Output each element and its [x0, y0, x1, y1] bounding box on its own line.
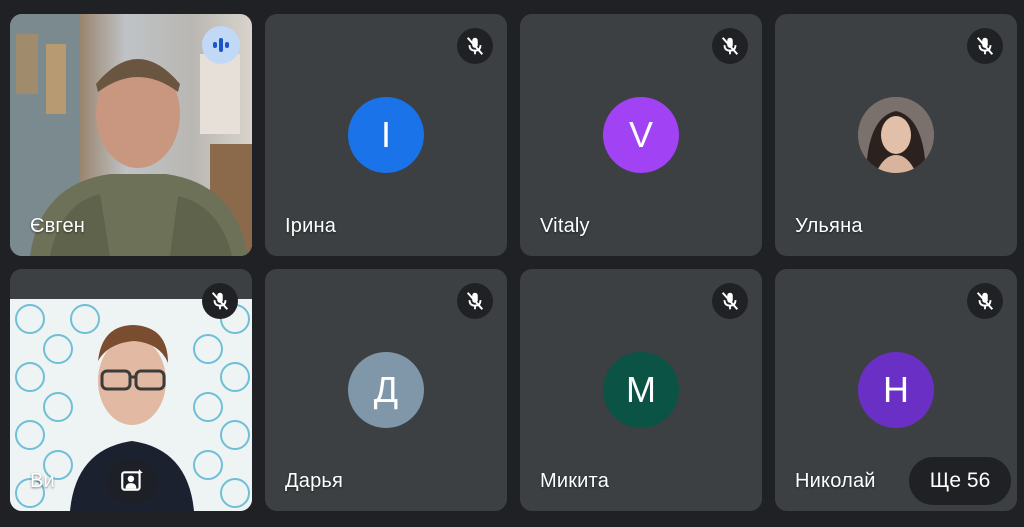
participant-avatar: Д: [348, 352, 424, 428]
mic-off-icon: [202, 283, 238, 319]
participant-tile-ulyana[interactable]: Ульяна: [775, 14, 1017, 256]
participant-avatar: V: [603, 97, 679, 173]
mic-off-icon: [457, 283, 493, 319]
mic-off-icon: [712, 283, 748, 319]
participant-tile-darya[interactable]: Д Дарья: [265, 269, 507, 511]
participant-avatar: H: [858, 352, 934, 428]
participant-name: Ульяна: [795, 215, 863, 237]
participant-name: Євген: [30, 215, 86, 237]
reframe-icon[interactable]: [106, 459, 158, 503]
participant-tile-vitaly[interactable]: V Vitaly: [520, 14, 762, 256]
participant-name: Vitaly: [540, 215, 590, 237]
participant-tile-evgen[interactable]: Євген: [10, 14, 252, 256]
more-participants-button[interactable]: Ще 56: [909, 457, 1011, 505]
mic-off-icon: [967, 28, 1003, 64]
participant-photo-avatar: [858, 97, 934, 173]
participant-name: Николай: [795, 470, 876, 492]
participant-name: Ви: [30, 470, 55, 492]
participant-name: Ірина: [285, 215, 337, 237]
participant-tile-iryna[interactable]: I Ірина: [265, 14, 507, 256]
mic-off-icon: [967, 283, 1003, 319]
mic-off-icon: [712, 28, 748, 64]
participant-name: Микита: [540, 470, 610, 492]
mic-off-icon: [457, 28, 493, 64]
audio-level-icon: [202, 26, 240, 64]
participant-avatar: I: [348, 97, 424, 173]
participant-tile-mykyta[interactable]: M Микита: [520, 269, 762, 511]
participant-name: Дарья: [285, 470, 344, 492]
participant-tile-self[interactable]: Ви: [10, 269, 252, 511]
participant-avatar: M: [603, 352, 679, 428]
participant-grid: Євген I Ірина V Vitaly Ульяна Ви Д Дарья…: [0, 0, 1024, 527]
